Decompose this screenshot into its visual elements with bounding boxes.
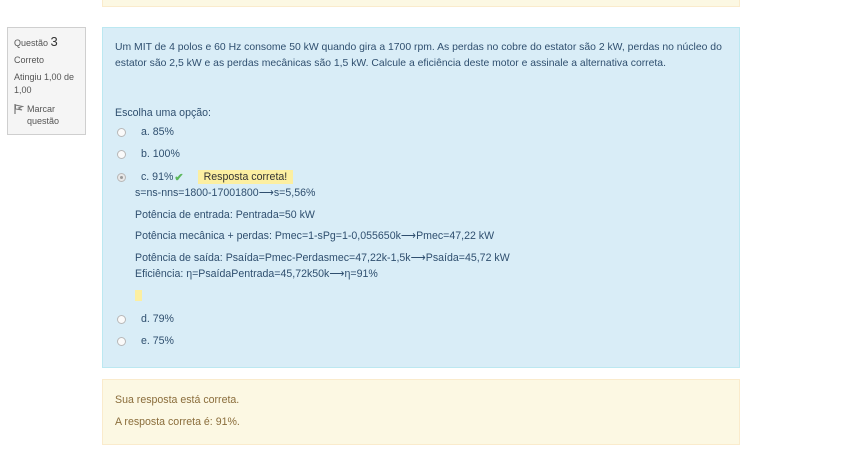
feedback-highlight-marker	[135, 290, 142, 301]
option-b-radio[interactable]	[117, 149, 126, 159]
answer-prompt: Escolha uma opção:	[115, 107, 211, 119]
option-e-label[interactable]: e. 75%	[141, 335, 174, 347]
flag-question-link[interactable]: Marcar questão	[14, 103, 79, 127]
option-a[interactable]: a. 85%	[117, 125, 174, 139]
feedback-line: Potência mecânica + perdas: Pmec=1-sPg=1…	[135, 230, 495, 242]
question-text: Um MIT de 4 polos e 60 Hz consome 50 kW …	[115, 42, 722, 69]
previous-outcome-strip	[102, 0, 740, 7]
option-c-label[interactable]: c. 91%	[141, 171, 173, 183]
outcome-feedback: Sua resposta está correta.	[115, 394, 240, 406]
option-a-label[interactable]: a. 85%	[141, 126, 174, 138]
correct-feedback-badge: Resposta correta!	[197, 170, 294, 184]
question-number-value: 3	[50, 34, 58, 49]
option-c-radio[interactable]	[117, 172, 126, 182]
question-grade: Atingiu 1,00 de 1,00	[14, 72, 75, 95]
option-b-label[interactable]: b. 100%	[141, 148, 180, 160]
correct-check-icon: ✔	[174, 171, 184, 184]
feedback-line: Potência de saída: Psaída=Pmec-Perdasmec…	[135, 252, 510, 264]
question-label: Questão	[14, 38, 49, 48]
option-c[interactable]: c. 91% ✔ Resposta correta!	[117, 170, 294, 184]
option-d[interactable]: d. 79%	[117, 312, 174, 326]
feedback-line: s=ns-nns=1800-17001800⟶s=5,56%	[135, 187, 316, 199]
question-info-panel: Questão 3 Correto Atingiu 1,00 de 1,00 M…	[7, 27, 86, 135]
option-e-radio[interactable]	[117, 336, 126, 346]
question-outcome: Sua resposta está correta. A resposta co…	[102, 379, 740, 445]
question-formulation: Um MIT de 4 polos e 60 Hz consome 50 kW …	[102, 27, 740, 368]
feedback-line: Eficiência: η=PsaídaPentrada=45,72k50k⟶η…	[135, 268, 378, 280]
feedback-line: Potência de entrada: Pentrada=50 kW	[135, 209, 315, 221]
option-a-radio[interactable]	[117, 127, 126, 137]
question-state: Correto	[14, 55, 45, 65]
flag-icon	[14, 104, 24, 114]
question-number: Questão 3	[14, 34, 79, 49]
correct-answer-text: A resposta correta é: 91%.	[115, 416, 240, 428]
option-d-radio[interactable]	[117, 314, 126, 324]
option-d-label[interactable]: d. 79%	[141, 313, 174, 325]
option-b[interactable]: b. 100%	[117, 147, 180, 161]
flag-question-label: Marcar questão	[27, 104, 60, 126]
option-e[interactable]: e. 75%	[117, 334, 174, 348]
